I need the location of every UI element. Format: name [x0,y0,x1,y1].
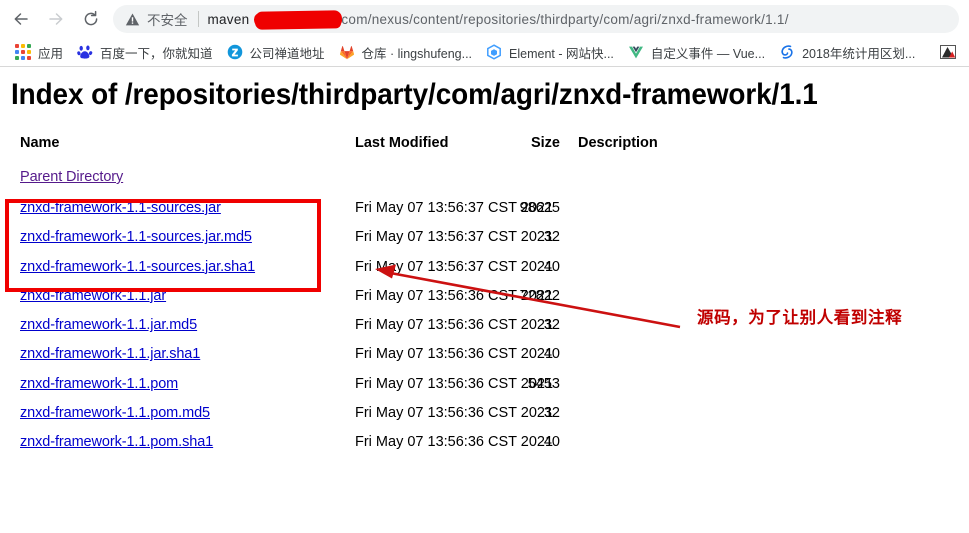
address-bar[interactable]: 不安全 maven .com/nexus/content/repositories… [113,5,959,33]
bookmark-gitlab-repo[interactable]: 仓库 · lingshufeng... [332,41,479,63]
bookmark-label: Element - 网站快... [509,46,614,61]
reload-button[interactable] [78,6,104,32]
column-header-name: Name [20,135,60,151]
page-title: Index of /repositories/thirdparty/com/ag… [11,78,818,111]
file-name-cell: znxd-framework-1.1-sources.jar [20,200,221,216]
table-row[interactable]: znxd-framework-1.1.jar Fri May 07 13:56:… [0,288,969,317]
apps-grid-icon [15,44,31,60]
table-row[interactable]: znxd-framework-1.1-sources.jar.sha1 Fri … [0,259,969,288]
baidu-paw-icon [77,45,93,59]
table-row[interactable]: znxd-framework-1.1.pom.sha1 Fri May 07 1… [0,434,969,463]
file-size-cell: 40 [543,258,560,275]
table-row[interactable]: znxd-framework-1.1-sources.jar.md5 Fri M… [0,229,969,258]
bookmark-label: 公司禅道地址 [249,46,325,61]
bookmark-stats-bureau[interactable]: 2018年统计用区划... [772,41,922,63]
file-link[interactable]: znxd-framework-1.1-sources.jar.sha1 [20,259,255,275]
bookmark-zentao[interactable]: 公司禅道地址 [220,41,332,63]
table-row[interactable]: znxd-framework-1.1.pom Fri May 07 13:56:… [0,376,969,405]
bookmark-baidu[interactable]: 百度一下，你就知道 [70,41,220,63]
gitlab-fox-icon [339,46,354,60]
table-row[interactable]: znxd-framework-1.1.jar.md5 Fri May 07 13… [0,317,969,346]
file-link[interactable]: znxd-framework-1.1.jar [20,288,166,304]
parent-directory-row[interactable]: Parent Directory [0,169,969,200]
bookmark-apps[interactable]: 应用 [8,41,70,63]
bookmark-label: 应用 [38,46,64,61]
vue-logo-icon [628,46,643,59]
url-path: .com/nexus/content/repositories/thirdpar… [337,11,789,27]
url-host: maven [207,11,250,27]
bookmark-label: 仓库 · lingshufeng... [361,46,473,61]
reload-icon [84,10,98,26]
parent-directory-link[interactable]: Parent Directory [20,169,123,185]
file-name-cell: znxd-framework-1.1.pom.md5 [20,405,210,421]
column-header-size: Size [530,135,560,151]
file-size-cell: 40 [543,346,560,363]
file-name-cell: znxd-framework-1.1.jar.sha1 [20,346,200,362]
warning-triangle-icon [125,13,140,25]
stats-bureau-icon [781,45,793,59]
security-status[interactable]: 不安全 [113,9,188,29]
file-size-cell: 32 [543,317,560,334]
element-cube-icon [487,44,501,60]
file-link[interactable]: znxd-framework-1.1.pom.md5 [20,405,210,421]
browser-toolbar: 不安全 maven .com/nexus/content/repositories… [0,0,969,38]
directory-listing-table: Name Last Modified Size Description Pare… [0,135,969,464]
file-link[interactable]: znxd-framework-1.1.jar.md5 [20,317,197,333]
file-link[interactable]: znxd-framework-1.1-sources.jar.md5 [20,229,252,245]
unknown-site-icon [940,45,957,59]
bookmark-last[interactable] [936,41,967,63]
directory-index-page: Index of /repositories/thirdparty/com/ag… [0,67,969,533]
file-size-cell: 40 [543,434,560,451]
file-link[interactable]: znxd-framework-1.1.pom [20,376,178,392]
bookmark-vue-docs[interactable]: 自定义事件 — Vue... [621,41,772,63]
file-size-cell: 5453 [527,375,560,392]
file-link[interactable]: znxd-framework-1.1.jar.sha1 [20,346,200,362]
file-name-cell: znxd-framework-1.1.pom [20,376,178,392]
file-link[interactable]: znxd-framework-1.1-sources.jar [20,200,221,216]
back-button[interactable] [8,6,34,32]
file-name-cell: znxd-framework-1.1-sources.jar.sha1 [20,259,255,275]
omnibox-divider [197,11,199,27]
file-name-cell: znxd-framework-1.1-sources.jar.md5 [20,229,252,245]
url-text[interactable]: maven .com/nexus/content/repositories/thi… [207,10,789,28]
back-arrow-icon [14,13,28,25]
bookmarks-bar: 应用 百度一下，你就知道 公司禅道地址 仓库 · lingshufeng... … [0,38,969,66]
table-row[interactable]: znxd-framework-1.1.jar.sha1 Fri May 07 1… [0,346,969,375]
forward-arrow-icon [49,13,63,25]
table-header-row: Name Last Modified Size Description [0,135,969,169]
column-header-last-modified: Last Modified [355,135,449,151]
bookmark-label: 百度一下，你就知道 [100,46,213,61]
file-name-cell: znxd-framework-1.1.jar [20,288,166,304]
file-size-cell: 72822 [519,287,560,304]
file-name-cell: znxd-framework-1.1.jar.md5 [20,317,197,333]
table-row[interactable]: znxd-framework-1.1-sources.jar Fri May 0… [0,200,969,229]
url-redaction-mark [253,10,342,28]
file-size-cell: 32 [543,405,560,422]
file-size-cell: 32 [543,229,560,246]
bookmark-label: 自定义事件 — Vue... [650,46,766,61]
parent-directory-cell: Parent Directory [20,169,123,185]
bookmark-label: 2018年统计用区划... [802,46,916,61]
column-header-description: Description [578,135,658,151]
file-size-cell: 98625 [519,200,560,216]
file-name-cell: znxd-framework-1.1.pom.sha1 [20,434,213,450]
file-link[interactable]: znxd-framework-1.1.pom.sha1 [20,434,213,450]
zentao-icon [227,44,242,60]
bookmark-element-ui[interactable]: Element - 网站快... [479,41,621,63]
browser-chrome: 不安全 maven .com/nexus/content/repositories… [0,0,969,67]
security-label: 不安全 [147,13,188,28]
table-row[interactable]: znxd-framework-1.1.pom.md5 Fri May 07 13… [0,405,969,434]
forward-button [43,6,69,32]
